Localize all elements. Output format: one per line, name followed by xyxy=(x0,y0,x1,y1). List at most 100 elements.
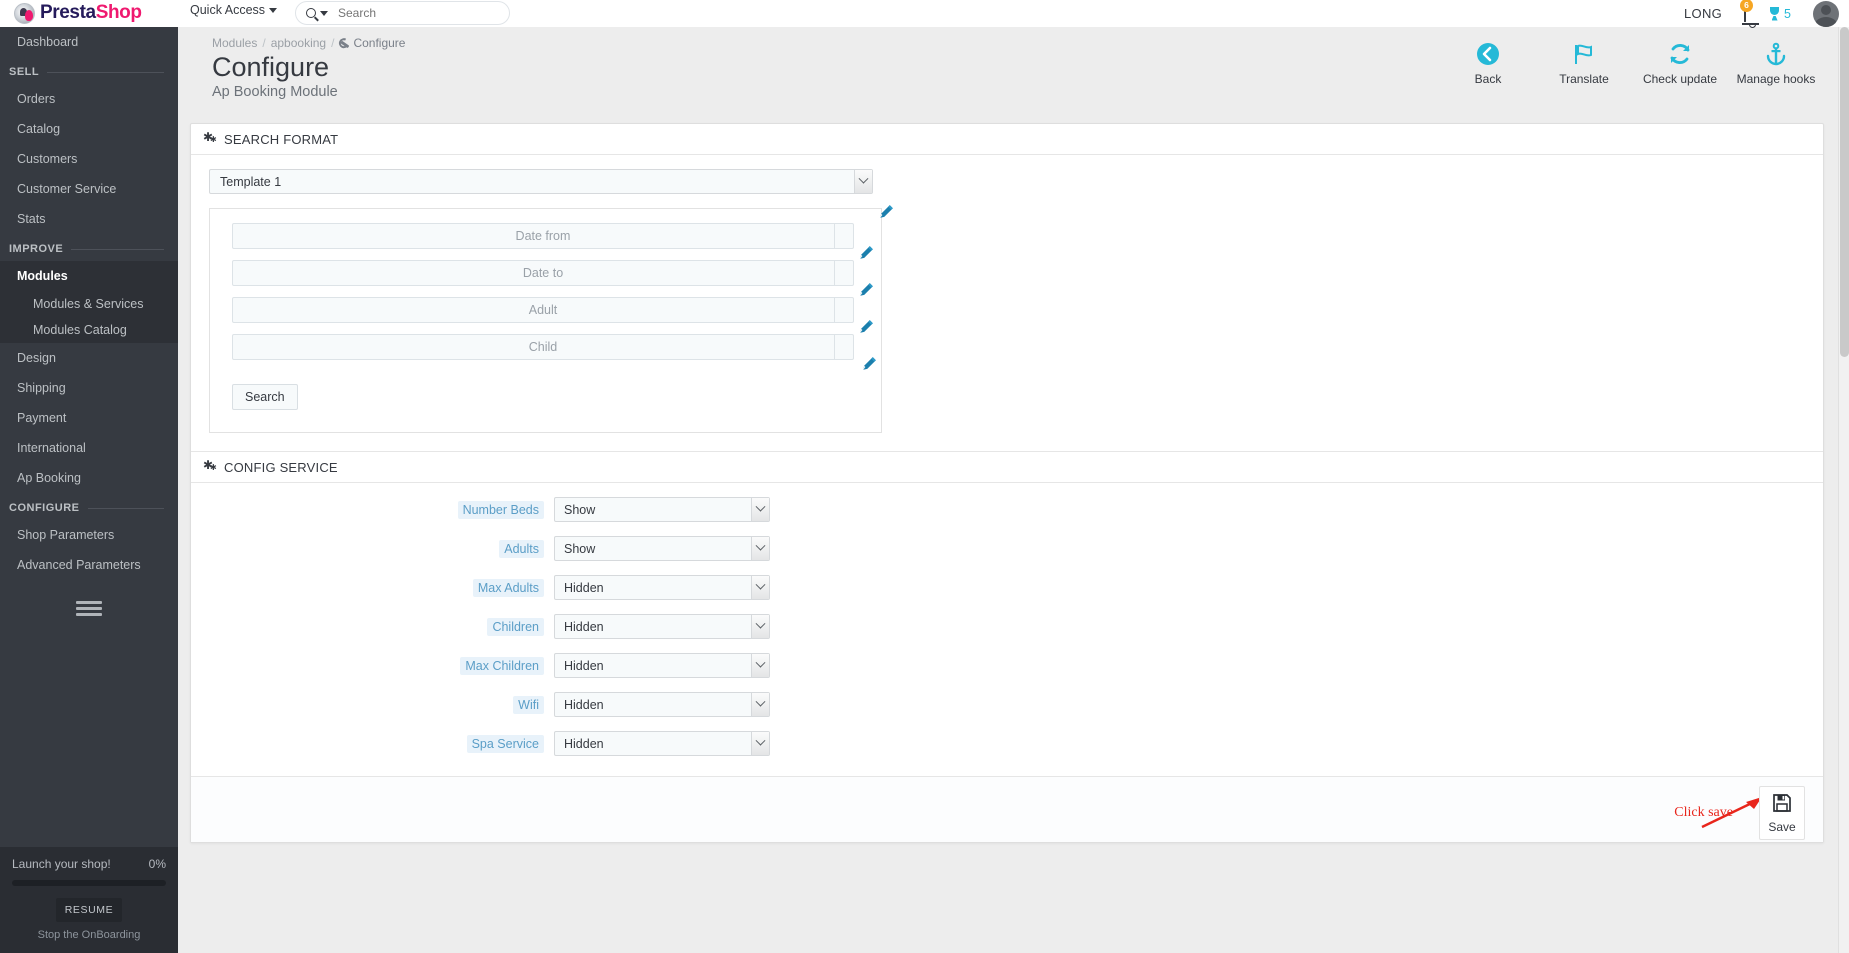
prestashop-logo-icon xyxy=(14,2,35,24)
max-adults-value: Hidden xyxy=(564,580,604,595)
breadcrumb-current: Configure xyxy=(339,36,405,50)
manage-hooks-button[interactable]: Manage hooks xyxy=(1728,41,1824,86)
wifi-select[interactable]: Hidden xyxy=(554,692,770,717)
edit-pencil-icon[interactable] xyxy=(859,282,874,297)
adult-field[interactable]: Adult xyxy=(232,297,854,323)
max-children-value: Hidden xyxy=(564,658,604,673)
chevron-down-icon[interactable] xyxy=(751,498,769,521)
child-field[interactable]: Child xyxy=(232,334,854,360)
sidebar-item-orders[interactable]: Orders xyxy=(0,84,178,114)
children-value: Hidden xyxy=(564,619,604,634)
gears-icon xyxy=(203,130,218,146)
sidebar-item-modules-services[interactable]: Modules & Services xyxy=(0,291,178,317)
chevron-down-icon[interactable] xyxy=(751,576,769,599)
check-update-button[interactable]: Check update xyxy=(1632,41,1728,86)
quick-access-label: Quick Access xyxy=(190,3,266,17)
label-cell: Max Children xyxy=(209,656,554,675)
logo-presta-text: Presta xyxy=(40,2,96,23)
max-adults-select[interactable]: Hidden xyxy=(554,575,770,600)
config-row-spa-service: Spa Service Hidden xyxy=(209,731,1805,756)
max-children-select[interactable]: Hidden xyxy=(554,653,770,678)
max-children-label: Max Children xyxy=(460,656,544,675)
sidebar-section-improve: IMPROVE xyxy=(0,234,178,261)
sidebar-item-customers[interactable]: Customers xyxy=(0,144,178,174)
sidebar-item-shop-parameters[interactable]: Shop Parameters xyxy=(0,520,178,550)
wrench-icon xyxy=(338,36,352,50)
onboarding-percent: 0% xyxy=(148,857,166,871)
notifications-button[interactable]: 6 xyxy=(1740,0,1754,23)
sidebar-item-advanced-parameters[interactable]: Advanced Parameters xyxy=(0,550,178,580)
page-scrollbar[interactable] xyxy=(1838,27,1849,953)
back-button[interactable]: Back xyxy=(1440,41,1536,86)
number-beds-select[interactable]: Show xyxy=(554,497,770,522)
page-toolbar: Back Translate Check update Manage hooks xyxy=(1440,41,1824,86)
sidebar-group-modules: Modules Modules & Services Modules Catal… xyxy=(0,261,178,343)
adults-select[interactable]: Show xyxy=(554,536,770,561)
prestashop-logo[interactable]: PrestaShop xyxy=(14,2,142,24)
onboarding-stop-link[interactable]: Stop the OnBoarding xyxy=(12,929,166,941)
chevron-down-icon[interactable] xyxy=(751,654,769,677)
search-icon xyxy=(306,8,316,18)
onboarding-resume-button[interactable]: RESUME xyxy=(56,898,122,922)
annotation-arrow-icon xyxy=(1698,793,1768,838)
template-select[interactable]: Template 1 xyxy=(209,169,873,194)
sidebar-item-ap-booking[interactable]: Ap Booking xyxy=(0,463,178,493)
template-select-value: Template 1 xyxy=(220,174,282,189)
prestashop-logo-text: PrestaShop xyxy=(40,2,142,24)
label-cell: Max Adults xyxy=(209,578,554,597)
preview-row: Adult xyxy=(232,297,873,333)
edit-pencil-icon[interactable] xyxy=(862,356,877,371)
number-beds-value: Show xyxy=(564,502,596,517)
search-input[interactable] xyxy=(338,6,498,20)
config-row-max-children: Max Children Hidden xyxy=(209,653,1805,678)
scrollbar-thumb[interactable] xyxy=(1840,27,1849,357)
label-cell: Adults xyxy=(209,539,554,558)
sidebar-item-stats[interactable]: Stats xyxy=(0,204,178,234)
sidebar-item-payment[interactable]: Payment xyxy=(0,403,178,433)
hamburger-icon xyxy=(76,598,102,619)
breadcrumb-item-apbooking[interactable]: apbooking xyxy=(271,36,326,50)
spa-service-select[interactable]: Hidden xyxy=(554,731,770,756)
translate-button[interactable]: Translate xyxy=(1536,41,1632,86)
chevron-down-icon[interactable] xyxy=(320,10,328,16)
date-to-field[interactable]: Date to xyxy=(232,260,854,286)
breadcrumb-item-modules[interactable]: Modules xyxy=(212,36,257,50)
chevron-down-icon[interactable] xyxy=(751,732,769,755)
trophy-icon xyxy=(1768,6,1781,21)
collapse-menu-button[interactable] xyxy=(0,580,178,619)
sidebar-section-sell-label: SELL xyxy=(9,66,40,78)
sidebar-item-design[interactable]: Design xyxy=(0,343,178,373)
chevron-down-icon[interactable] xyxy=(751,537,769,560)
floppy-disk-icon xyxy=(1772,793,1792,818)
sidebar-item-international[interactable]: International xyxy=(0,433,178,463)
chevron-down-icon[interactable] xyxy=(751,693,769,716)
edit-pencil-icon[interactable] xyxy=(879,204,894,219)
panel-footer: Click save Save xyxy=(191,776,1823,842)
sidebar-item-dashboard[interactable]: Dashboard xyxy=(0,27,178,57)
save-button[interactable]: Save xyxy=(1759,786,1805,840)
achievements-button[interactable]: 5 xyxy=(1768,6,1791,21)
date-from-field[interactable]: Date from xyxy=(232,223,854,249)
label-cell: Number Beds xyxy=(209,500,554,519)
edit-pencil-icon[interactable] xyxy=(859,319,874,334)
sidebar-item-modules[interactable]: Modules xyxy=(0,261,178,291)
sidebar-item-catalog[interactable]: Catalog xyxy=(0,114,178,144)
preview-search-button[interactable]: Search xyxy=(232,384,298,410)
chevron-down-icon[interactable] xyxy=(854,170,872,193)
sidebar-item-modules-catalog[interactable]: Modules Catalog xyxy=(0,317,178,343)
sidebar-item-shipping[interactable]: Shipping xyxy=(0,373,178,403)
spa-service-value: Hidden xyxy=(564,736,604,751)
sidebar-section-configure: CONFIGURE xyxy=(0,493,178,520)
quick-access-menu[interactable]: Quick Access xyxy=(190,3,278,17)
flag-icon xyxy=(1572,41,1596,67)
adults-value: Show xyxy=(564,541,596,556)
chevron-down-icon[interactable] xyxy=(751,615,769,638)
avatar[interactable] xyxy=(1813,0,1839,27)
config-service-panel-header: CONFIG SERVICE xyxy=(191,451,1823,483)
global-search-bar[interactable] xyxy=(295,1,510,25)
sidebar-item-customer-service[interactable]: Customer Service xyxy=(0,174,178,204)
edit-pencil-icon[interactable] xyxy=(859,245,874,260)
children-select[interactable]: Hidden xyxy=(554,614,770,639)
search-form-preview: Date from Date to Adult Child Search xyxy=(209,205,893,433)
gears-icon xyxy=(203,458,218,474)
